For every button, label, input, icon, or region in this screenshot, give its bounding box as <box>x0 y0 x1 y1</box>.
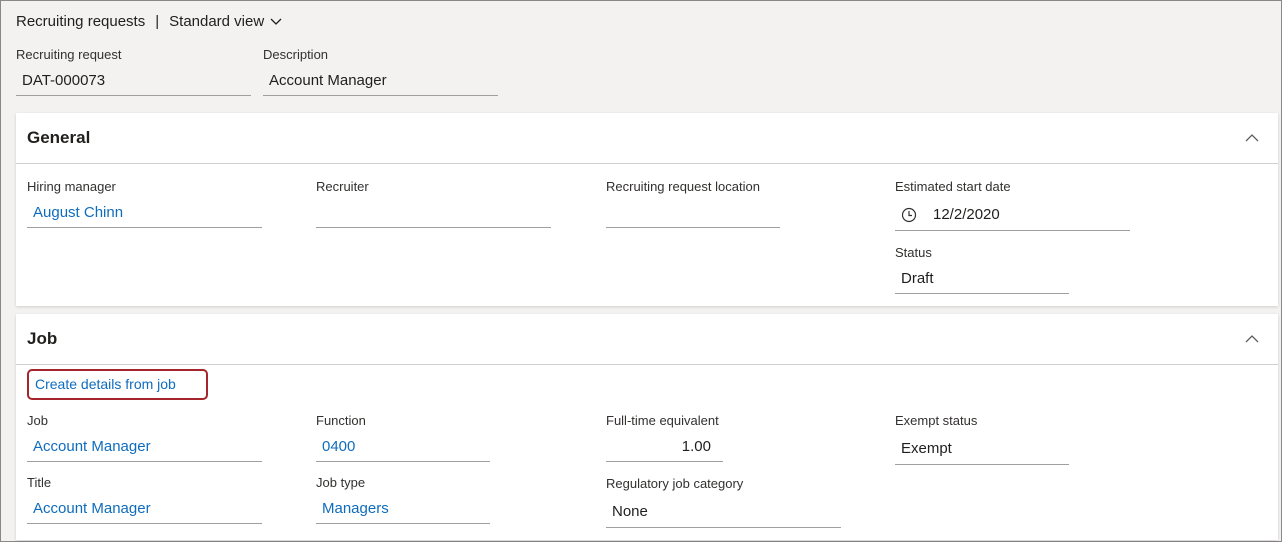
job-type-label: Job type <box>316 475 366 490</box>
recruiting-request-location-field: Recruiting request location <box>606 179 780 229</box>
chevron-down-icon <box>270 18 282 25</box>
regulatory-job-category-input[interactable]: None <box>606 496 841 528</box>
exempt-status-field: Exempt status Exempt <box>895 413 1069 465</box>
title-input[interactable]: Account Manager <box>27 494 262 524</box>
recruiting-request-label: Recruiting request <box>16 47 122 62</box>
title-label: Title <box>27 475 52 490</box>
full-time-equivalent-label: Full-time equivalent <box>606 413 719 428</box>
recruiting-request-location-label: Recruiting request location <box>606 179 760 194</box>
page-header: Recruiting requests | Standard view <box>16 11 282 31</box>
recruiter-label: Recruiter <box>316 179 369 194</box>
regulatory-job-category-field: Regulatory job category None <box>606 476 841 528</box>
full-time-equivalent-input[interactable]: 1.00 <box>606 432 723 462</box>
description-label: Description <box>263 47 329 62</box>
job-section-title: Job <box>27 329 58 348</box>
function-field: Function 0400 <box>316 413 490 463</box>
hiring-manager-label: Hiring manager <box>27 179 116 194</box>
job-type-input[interactable]: Managers <box>316 494 490 524</box>
description-input[interactable]: Account Manager <box>263 66 498 96</box>
page-frame: Recruiting requests | Standard view Recr… <box>0 0 1282 542</box>
status-label: Status <box>895 245 932 260</box>
description-field: Description Account Manager <box>263 47 498 97</box>
estimated-start-date-field: Estimated start date 12/2/2020 <box>895 179 1130 231</box>
job-section-header[interactable]: Job <box>16 314 1278 365</box>
page-title: Recruiting requests <box>16 12 146 30</box>
full-time-equivalent-field: Full-time equivalent 1.00 <box>606 413 723 463</box>
title-separator: | <box>155 12 160 30</box>
estimated-start-date-input[interactable]: 12/2/2020 <box>895 199 1130 231</box>
exempt-status-label: Exempt status <box>895 413 978 428</box>
general-section-header[interactable]: General <box>16 113 1278 164</box>
estimated-start-date-label: Estimated start date <box>895 179 1011 194</box>
title-field: Title Account Manager <box>27 475 262 525</box>
exempt-status-input[interactable]: Exempt <box>895 433 1069 465</box>
general-section: General Hiring manager August Chinn Recr… <box>16 113 1278 306</box>
job-section: Job Create details from job Job Account … <box>16 314 1278 540</box>
chevron-up-icon[interactable] <box>1244 131 1260 145</box>
hiring-manager-input[interactable]: August Chinn <box>27 198 262 228</box>
hiring-manager-field: Hiring manager August Chinn <box>27 179 262 229</box>
function-input[interactable]: 0400 <box>316 432 490 462</box>
status-field: Status Draft <box>895 245 1069 295</box>
job-label: Job <box>27 413 48 428</box>
chevron-up-icon[interactable] <box>1244 332 1260 346</box>
recruiting-request-location-input[interactable] <box>606 198 780 228</box>
view-selector[interactable]: Standard view <box>169 13 282 30</box>
recruiter-input[interactable] <box>316 198 551 228</box>
general-section-title: General <box>27 128 91 147</box>
view-selector-label: Standard view <box>169 12 265 30</box>
recruiter-field: Recruiter <box>316 179 551 229</box>
clock-icon[interactable] <box>901 207 917 223</box>
recruiting-request-input[interactable]: DAT-000073 <box>16 66 251 96</box>
recruiting-request-field: Recruiting request DAT-000073 <box>16 47 251 97</box>
regulatory-job-category-label: Regulatory job category <box>606 476 744 491</box>
job-field: Job Account Manager <box>27 413 262 463</box>
create-details-from-job-link[interactable]: Create details from job <box>27 369 208 400</box>
estimated-start-date-value: 12/2/2020 <box>933 205 1000 223</box>
job-input[interactable]: Account Manager <box>27 432 262 462</box>
job-type-field: Job type Managers <box>316 475 490 525</box>
function-label: Function <box>316 413 366 428</box>
status-input[interactable]: Draft <box>895 264 1069 294</box>
